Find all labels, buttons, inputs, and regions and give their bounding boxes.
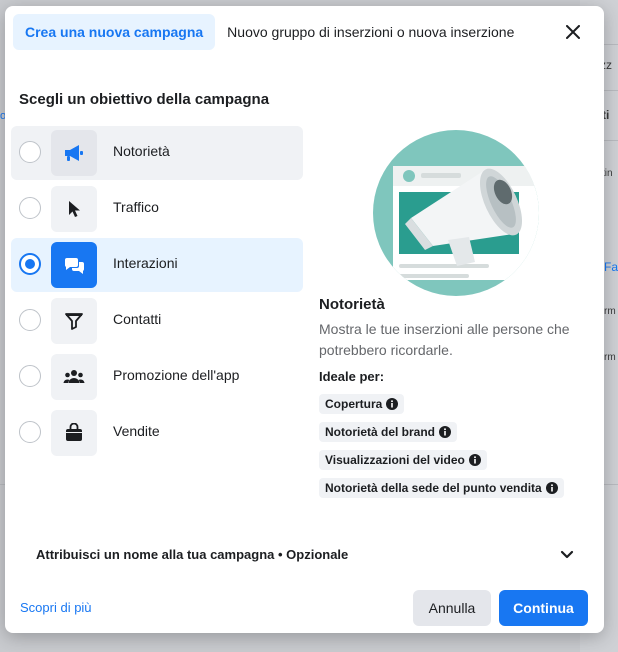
objective-radio[interactable] [19,197,41,219]
objective-icon-tile [51,410,97,456]
tag-label: Notorietà del brand [325,425,436,439]
campaign-name-expander[interactable]: Attribuisci un nome alla tua campagna • … [35,540,575,568]
info-icon[interactable] [545,482,558,494]
megaphone-icon [65,145,83,161]
tag-reach: Copertura [319,394,405,414]
learn-more-link[interactable]: Scopri di più [20,600,92,615]
objective-app-promotion[interactable]: Promozione dell'app [11,350,303,404]
objective-awareness[interactable]: Notorietà [11,126,303,180]
people-icon [63,370,85,383]
objective-label: Vendite [113,423,160,439]
objective-leads[interactable]: Contatti [11,294,303,348]
tag-video-views: Visualizzazioni del video [319,450,487,470]
ideal-for-tags: Copertura Notorietà del brand Visualizza… [319,394,589,506]
shopping-bag-icon [66,423,82,441]
campaign-name-label: Attribuisci un nome alla tua campagna • … [36,547,349,562]
objective-engagement[interactable]: Interazioni [11,238,303,292]
background-snippet: rm [604,306,616,317]
objective-icon-tile [51,130,97,176]
tag-label: Notorietà della sede del punto vendita [325,481,542,495]
objective-label: Traffico [113,199,159,215]
objective-section-title: Scegli un obiettivo della campagna [19,91,270,108]
objective-label: Interazioni [113,255,178,271]
objective-icon-tile [51,298,97,344]
tag-label: Visualizzazioni del video [325,453,465,467]
info-icon[interactable] [386,398,399,410]
filter-icon [65,313,83,330]
tag-store-location-awareness: Notorietà della sede del punto vendita [319,478,564,498]
objective-detail: Notorietà Mostra le tue inserzioni alle … [319,296,589,506]
objective-icon-tile [51,186,97,232]
objective-traffic[interactable]: Traffico [11,182,303,236]
objective-label: Promozione dell'app [113,367,240,383]
continue-button[interactable]: Continua [499,590,588,626]
detail-title: Notorietà [319,296,385,313]
objective-list: Notorietà Traffico Interazioni Contatti … [11,126,303,462]
objective-radio[interactable] [19,365,41,387]
objective-radio[interactable] [19,141,41,163]
dialog-tabs: Crea una nuova campagna Nuovo gruppo di … [13,14,526,50]
cursor-icon [69,201,80,217]
chat-bubbles-icon [64,258,85,274]
objective-sales[interactable]: Vendite [11,406,303,460]
chevron-down-icon [560,550,574,559]
objective-radio[interactable] [19,309,41,331]
cancel-button[interactable]: Annulla [413,590,491,626]
objective-label: Contatti [113,311,162,327]
detail-description: Mostra le tue inserzioni alle persone ch… [319,321,570,358]
background-snippet: rm [604,352,616,363]
megaphone-illustration [373,130,539,296]
objective-radio-checked[interactable] [19,253,41,275]
background-snippet: Fa [604,260,618,274]
close-button[interactable] [561,20,585,44]
close-icon [566,25,580,39]
objective-icon-tile [51,242,97,288]
tab-new-campaign[interactable]: Crea una nuova campagna [13,14,216,50]
info-icon[interactable] [439,426,452,438]
objective-label: Notorietà [113,143,170,159]
objective-icon-tile [51,354,97,400]
tag-label: Copertura [325,397,383,411]
info-icon[interactable] [468,454,481,466]
tag-brand-awareness: Notorietà del brand [319,422,458,442]
ideal-for-label: Ideale per: [319,369,385,384]
create-campaign-dialog: Crea una nuova campagna Nuovo gruppo di … [5,6,604,633]
tab-new-adset-or-ad[interactable]: Nuovo gruppo di inserzioni o nuova inser… [215,14,526,50]
objective-radio[interactable] [19,421,41,443]
